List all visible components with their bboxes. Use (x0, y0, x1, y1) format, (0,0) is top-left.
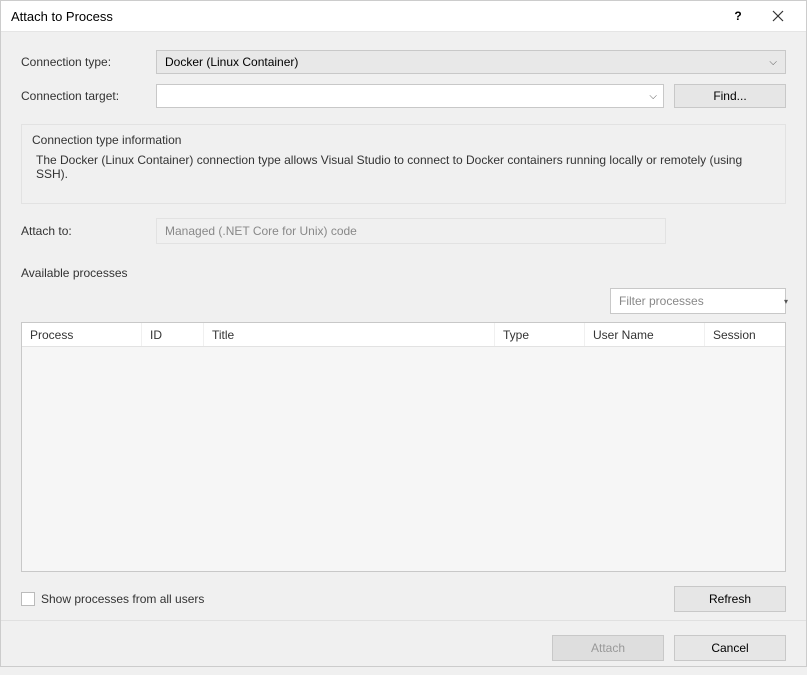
help-button[interactable]: ? (718, 1, 758, 31)
find-button[interactable]: Find... (674, 84, 786, 108)
find-button-label: Find... (713, 89, 746, 103)
close-icon (772, 10, 784, 22)
attach-button-label: Attach (591, 641, 625, 655)
processes-table-body (22, 347, 785, 571)
connection-type-value: Docker (Linux Container) (165, 55, 769, 69)
column-header-type[interactable]: Type (495, 323, 585, 346)
available-processes-label: Available processes (21, 266, 786, 280)
filter-processes-box[interactable]: ▾ (610, 288, 786, 314)
column-header-id[interactable]: ID (142, 323, 204, 346)
filter-processes-input[interactable] (617, 293, 776, 309)
processes-table-header: Process ID Title Type User Name Session (22, 323, 785, 347)
connection-info-box: Connection type information The Docker (… (21, 124, 786, 204)
chevron-down-icon: ⌵ (769, 57, 777, 68)
connection-target-label: Connection target: (21, 89, 156, 103)
connection-type-label: Connection type: (21, 55, 156, 69)
column-header-user[interactable]: User Name (585, 323, 705, 346)
attach-to-value-box: Managed (.NET Core for Unix) code (156, 218, 666, 244)
below-table-row: Show processes from all users Refresh (21, 586, 786, 612)
chevron-down-icon: ⌵ (649, 91, 657, 102)
cancel-button-label: Cancel (711, 641, 748, 655)
refresh-button-label: Refresh (709, 592, 751, 606)
column-header-process[interactable]: Process (22, 323, 142, 346)
dialog-content: Connection type: Docker (Linux Container… (1, 32, 806, 620)
column-header-session[interactable]: Session (705, 323, 785, 346)
show-all-users-label: Show processes from all users (41, 592, 204, 606)
help-icon: ? (734, 9, 741, 23)
dropdown-caret-icon[interactable]: ▾ (784, 297, 788, 306)
column-header-title[interactable]: Title (204, 323, 495, 346)
filter-row: ▾ (21, 288, 786, 314)
connection-target-row: Connection target: ⌵ Find... (21, 84, 786, 108)
attach-to-value: Managed (.NET Core for Unix) code (165, 224, 357, 238)
connection-info-title: Connection type information (32, 133, 775, 147)
connection-info-text: The Docker (Linux Container) connection … (32, 153, 775, 181)
processes-table: Process ID Title Type User Name Session (21, 322, 786, 572)
dialog-title: Attach to Process (11, 9, 718, 24)
close-button[interactable] (758, 1, 798, 31)
attach-button[interactable]: Attach (552, 635, 664, 661)
connection-target-combo[interactable]: ⌵ (156, 84, 664, 108)
titlebar: Attach to Process ? (1, 1, 806, 32)
attach-to-row: Attach to: Managed (.NET Core for Unix) … (21, 218, 786, 244)
cancel-button[interactable]: Cancel (674, 635, 786, 661)
connection-type-row: Connection type: Docker (Linux Container… (21, 50, 786, 74)
attach-to-process-dialog: Attach to Process ? Connection type: Doc… (0, 0, 807, 667)
attach-to-label: Attach to: (21, 224, 156, 238)
refresh-button[interactable]: Refresh (674, 586, 786, 612)
show-all-users-checkbox[interactable] (21, 592, 35, 606)
connection-type-combo[interactable]: Docker (Linux Container) ⌵ (156, 50, 786, 74)
